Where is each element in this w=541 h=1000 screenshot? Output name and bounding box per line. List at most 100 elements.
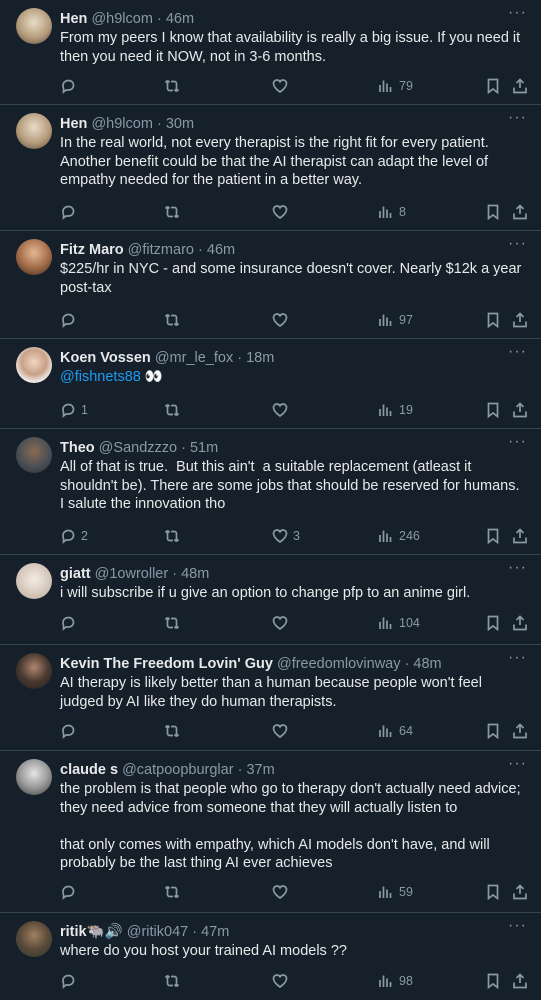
avatar[interactable] — [16, 921, 52, 957]
timestamp[interactable]: 18m — [246, 350, 274, 366]
views-button[interactable]: 8 — [378, 202, 406, 222]
author-handle[interactable]: @1owroller — [95, 566, 169, 582]
more-icon[interactable]: ··· — [508, 650, 527, 666]
avatar[interactable] — [16, 653, 52, 689]
reply-button[interactable] — [60, 971, 81, 991]
tweet[interactable]: Theo @Sandzzzo · 51m All of that is true… — [0, 428, 541, 554]
reply-button[interactable] — [60, 76, 81, 96]
like-button[interactable] — [272, 76, 293, 96]
bookmark-button[interactable] — [485, 882, 501, 902]
author-handle[interactable]: @h9lcom — [91, 11, 152, 27]
timestamp[interactable]: 47m — [201, 924, 229, 940]
like-button[interactable] — [272, 310, 293, 330]
avatar[interactable] — [16, 113, 52, 149]
reply-button[interactable] — [60, 202, 81, 222]
timestamp[interactable]: 37m — [246, 762, 274, 778]
retweet-button[interactable] — [164, 526, 185, 546]
share-button[interactable] — [512, 971, 528, 991]
share-button[interactable] — [512, 882, 528, 902]
mention-link[interactable]: @fishnets88 — [60, 369, 141, 385]
bookmark-button[interactable] — [485, 202, 501, 222]
timestamp[interactable]: 46m — [207, 242, 235, 258]
author-name[interactable]: Hen — [60, 11, 87, 27]
more-icon[interactable]: ··· — [508, 918, 527, 934]
tweet[interactable]: ritik🐃🔊 @ritik047 · 47m where do you hos… — [0, 912, 541, 1000]
author-handle[interactable]: @Sandzzzo — [99, 440, 177, 456]
bookmark-button[interactable] — [485, 721, 501, 741]
reply-button[interactable] — [60, 882, 81, 902]
author-name[interactable]: giatt — [60, 566, 91, 582]
author-name[interactable]: Kevin The Freedom Lovin' Guy — [60, 656, 273, 672]
timestamp[interactable]: 48m — [413, 656, 441, 672]
retweet-button[interactable] — [164, 613, 185, 633]
views-button[interactable]: 64 — [378, 721, 413, 741]
avatar[interactable] — [16, 8, 52, 44]
share-button[interactable] — [512, 202, 528, 222]
author-handle[interactable]: @ritik047 — [127, 924, 188, 940]
author-name[interactable]: Theo — [60, 440, 95, 456]
more-icon[interactable]: ··· — [508, 756, 527, 772]
tweet[interactable]: Koen Vossen @mr_le_fox · 18m @fishnets88… — [0, 338, 541, 428]
share-button[interactable] — [512, 526, 528, 546]
views-button[interactable]: 104 — [378, 613, 420, 633]
reply-button[interactable]: 1 — [60, 400, 88, 420]
like-button[interactable] — [272, 202, 293, 222]
more-icon[interactable]: ··· — [508, 560, 527, 576]
retweet-button[interactable] — [164, 882, 185, 902]
tweet[interactable]: claude s @catpoopburglar · 37m the probl… — [0, 750, 541, 912]
retweet-button[interactable] — [164, 76, 185, 96]
tweet[interactable]: Hen @h9lcom · 46m From my peers I know t… — [0, 0, 541, 104]
views-button[interactable]: 19 — [378, 400, 413, 420]
share-button[interactable] — [512, 721, 528, 741]
share-button[interactable] — [512, 76, 528, 96]
more-icon[interactable]: ··· — [508, 236, 527, 252]
author-handle[interactable]: @catpoopburglar — [122, 762, 233, 778]
bookmark-button[interactable] — [485, 613, 501, 633]
retweet-button[interactable] — [164, 310, 185, 330]
like-button[interactable] — [272, 400, 293, 420]
avatar[interactable] — [16, 347, 52, 383]
author-handle[interactable]: @h9lcom — [91, 116, 152, 132]
bookmark-button[interactable] — [485, 971, 501, 991]
views-button[interactable]: 79 — [378, 76, 413, 96]
reply-button[interactable] — [60, 721, 81, 741]
views-button[interactable]: 246 — [378, 526, 420, 546]
views-button[interactable]: 59 — [378, 882, 413, 902]
avatar[interactable] — [16, 437, 52, 473]
timestamp[interactable]: 30m — [166, 116, 194, 132]
avatar[interactable] — [16, 563, 52, 599]
share-button[interactable] — [512, 613, 528, 633]
retweet-button[interactable] — [164, 971, 185, 991]
bookmark-button[interactable] — [485, 400, 501, 420]
like-button[interactable] — [272, 971, 293, 991]
views-button[interactable]: 97 — [378, 310, 413, 330]
bookmark-button[interactable] — [485, 526, 501, 546]
avatar[interactable] — [16, 239, 52, 275]
reply-button[interactable]: 2 — [60, 526, 88, 546]
like-button[interactable] — [272, 882, 293, 902]
tweet[interactable]: Kevin The Freedom Lovin' Guy @freedomlov… — [0, 644, 541, 750]
retweet-button[interactable] — [164, 721, 185, 741]
retweet-button[interactable] — [164, 400, 185, 420]
bookmark-button[interactable] — [485, 310, 501, 330]
tweet[interactable]: Fitz Maro @fitzmaro · 46m $225/hr in NYC… — [0, 230, 541, 338]
reply-button[interactable] — [60, 310, 81, 330]
author-handle[interactable]: @fitzmaro — [128, 242, 194, 258]
author-name[interactable]: Koen Vossen — [60, 350, 151, 366]
author-name[interactable]: Hen — [60, 116, 87, 132]
more-icon[interactable]: ··· — [508, 110, 527, 126]
retweet-button[interactable] — [164, 202, 185, 222]
author-handle[interactable]: @freedomlovinway — [277, 656, 401, 672]
like-button[interactable] — [272, 613, 293, 633]
bookmark-button[interactable] — [485, 76, 501, 96]
tweet[interactable]: giatt @1owroller · 48m i will subscribe … — [0, 554, 541, 644]
timestamp[interactable]: 48m — [181, 566, 209, 582]
timestamp[interactable]: 46m — [166, 11, 194, 27]
share-button[interactable] — [512, 400, 528, 420]
views-button[interactable]: 98 — [378, 971, 413, 991]
more-icon[interactable]: ··· — [508, 344, 527, 360]
timestamp[interactable]: 51m — [190, 440, 218, 456]
avatar[interactable] — [16, 759, 52, 795]
like-button[interactable] — [272, 721, 293, 741]
like-button[interactable]: 3 — [272, 526, 300, 546]
